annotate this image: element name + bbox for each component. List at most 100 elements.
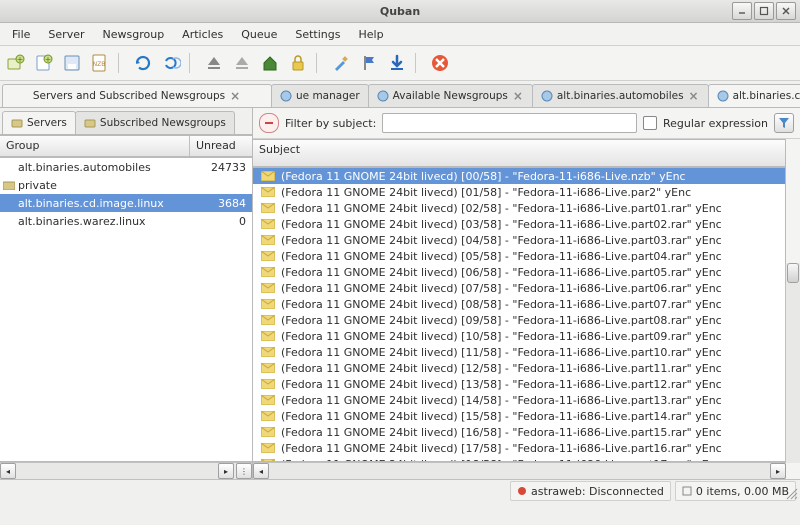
items-icon: [682, 486, 692, 496]
subject-row[interactable]: (Fedora 11 GNOME 24bit livecd) [16/58] -…: [253, 424, 785, 440]
subject-row[interactable]: (Fedora 11 GNOME 24bit livecd) [15/58] -…: [253, 408, 785, 424]
eject-alt-button[interactable]: [230, 51, 254, 75]
statusbar: astraweb: Disconnected 0 items, 0.00 MB: [0, 479, 800, 502]
resize-grip-icon[interactable]: [785, 487, 799, 501]
clear-filter-button[interactable]: [259, 113, 279, 133]
subject-row[interactable]: (Fedora 11 GNOME 24bit livecd) [11/58] -…: [253, 344, 785, 360]
filter-apply-button[interactable]: [774, 113, 794, 133]
message-icon: [261, 267, 275, 277]
stop-button[interactable]: [428, 51, 452, 75]
close-icon[interactable]: ×: [688, 90, 700, 102]
home-button[interactable]: [258, 51, 282, 75]
group-row[interactable]: alt.binaries.cd.image.linux3684: [0, 194, 252, 212]
globe-icon: [377, 90, 389, 102]
scroll-left-icon[interactable]: ◂: [0, 463, 16, 479]
message-icon: [261, 219, 275, 229]
vertical-scrollbar[interactable]: [785, 263, 800, 463]
filter-label: Filter by subject:: [285, 117, 376, 130]
tab-alt-binaries-cd-image-linux[interactable]: alt.binaries.cd.image.linux×: [708, 84, 800, 107]
subject-row[interactable]: (Fedora 11 GNOME 24bit livecd) [06/58] -…: [253, 264, 785, 280]
subject-row[interactable]: (Fedora 11 GNOME 24bit livecd) [00/58] -…: [253, 168, 785, 184]
scrollbar-thumb[interactable]: [787, 263, 799, 283]
subject-horizontal-scrollbar[interactable]: ◂ ▸: [253, 462, 786, 479]
right-pane: Filter by subject: Regular expression Su…: [253, 108, 800, 479]
message-icon: [261, 299, 275, 309]
subject-row[interactable]: (Fedora 11 GNOME 24bit livecd) [07/58] -…: [253, 280, 785, 296]
subject-row[interactable]: (Fedora 11 GNOME 24bit livecd) [17/58] -…: [253, 440, 785, 456]
new-group-button[interactable]: +: [32, 51, 56, 75]
subject-row[interactable]: (Fedora 11 GNOME 24bit livecd) [08/58] -…: [253, 296, 785, 312]
folder-icon: [84, 117, 96, 129]
tab-ue-manager[interactable]: ue manager: [271, 84, 369, 107]
subject-row[interactable]: (Fedora 11 GNOME 24bit livecd) [18/58] -…: [253, 456, 785, 462]
filter-input[interactable]: [382, 113, 637, 133]
message-icon: [261, 251, 275, 261]
scroll-left-icon[interactable]: ◂: [253, 463, 269, 479]
group-row[interactable]: private: [0, 176, 252, 194]
group-row[interactable]: alt.binaries.automobiles24733: [0, 158, 252, 176]
menu-file[interactable]: File: [4, 25, 38, 44]
message-icon: [261, 395, 275, 405]
scroll-right-icon[interactable]: ▸: [218, 463, 234, 479]
left-panel-label: Servers and Subscribed Newsgroups: [33, 90, 225, 102]
brush-button[interactable]: [329, 51, 353, 75]
tab-available-newsgroups[interactable]: Available Newsgroups×: [368, 84, 533, 107]
scroll-right-icon[interactable]: ▸: [770, 463, 786, 479]
subject-row[interactable]: (Fedora 11 GNOME 24bit livecd) [12/58] -…: [253, 360, 785, 376]
subject-row[interactable]: (Fedora 11 GNOME 24bit livecd) [10/58] -…: [253, 328, 785, 344]
subject-row[interactable]: (Fedora 11 GNOME 24bit livecd) [13/58] -…: [253, 376, 785, 392]
group-row[interactable]: alt.binaries.warez.linux0: [0, 212, 252, 230]
minimize-button[interactable]: [732, 2, 752, 20]
message-icon: [261, 363, 275, 373]
download-button[interactable]: [385, 51, 409, 75]
left-tab-subscribed-newsgroups[interactable]: Subscribed Newsgroups: [75, 111, 235, 134]
queue-icon: [280, 90, 292, 102]
tab-alt-binaries-automobiles[interactable]: alt.binaries.automobiles×: [532, 84, 709, 107]
menu-newsgroup[interactable]: Newsgroup: [95, 25, 173, 44]
message-icon: [261, 203, 275, 213]
horizontal-scrollbar[interactable]: ◂ ▸ ⋮: [0, 462, 252, 479]
flag-button[interactable]: [357, 51, 381, 75]
regex-checkbox[interactable]: [643, 116, 657, 130]
eject-button[interactable]: [202, 51, 226, 75]
subject-list[interactable]: (Fedora 11 GNOME 24bit livecd) [00/58] -…: [253, 167, 786, 462]
refresh-button[interactable]: [131, 51, 155, 75]
unread-column-header[interactable]: Unread: [190, 136, 252, 156]
menu-server[interactable]: Server: [40, 25, 92, 44]
group-list[interactable]: alt.binaries.automobiles24733privatealt.…: [0, 157, 252, 462]
maximize-button[interactable]: [754, 2, 774, 20]
subject-row[interactable]: (Fedora 11 GNOME 24bit livecd) [02/58] -…: [253, 200, 785, 216]
menu-settings[interactable]: Settings: [287, 25, 348, 44]
close-icon[interactable]: ×: [229, 90, 241, 102]
disconnected-icon: [517, 486, 527, 496]
scroll-grip-icon[interactable]: ⋮: [236, 463, 252, 479]
disk-button[interactable]: [60, 51, 84, 75]
queue-status: 0 items, 0.00 MB: [675, 481, 796, 501]
subject-row[interactable]: (Fedora 11 GNOME 24bit livecd) [14/58] -…: [253, 392, 785, 408]
menubar: FileServerNewsgroupArticlesQueueSettings…: [0, 23, 800, 46]
left-tab-servers[interactable]: Servers: [2, 111, 76, 134]
message-icon: [261, 411, 275, 421]
feed-icon: [541, 90, 553, 102]
group-column-header[interactable]: Group: [0, 136, 190, 156]
close-button[interactable]: [776, 2, 796, 20]
subject-row[interactable]: (Fedora 11 GNOME 24bit livecd) [03/58] -…: [253, 216, 785, 232]
subject-row[interactable]: (Fedora 11 GNOME 24bit livecd) [05/58] -…: [253, 248, 785, 264]
nzb-button[interactable]: NZB: [88, 51, 112, 75]
message-icon: [261, 443, 275, 453]
subject-row[interactable]: (Fedora 11 GNOME 24bit livecd) [01/58] -…: [253, 184, 785, 200]
subject-column-header[interactable]: Subject: [253, 139, 786, 167]
menu-help[interactable]: Help: [350, 25, 391, 44]
menu-queue[interactable]: Queue: [233, 25, 285, 44]
panel-tabbar: Servers and Subscribed Newsgroups × ue m…: [0, 81, 800, 108]
group-header[interactable]: Group Unread: [0, 135, 252, 157]
subject-row[interactable]: (Fedora 11 GNOME 24bit livecd) [09/58] -…: [253, 312, 785, 328]
subject-row[interactable]: (Fedora 11 GNOME 24bit livecd) [04/58] -…: [253, 232, 785, 248]
svg-text:+: +: [45, 55, 52, 64]
refresh-all-button[interactable]: [159, 51, 183, 75]
new-server-button[interactable]: +: [4, 51, 28, 75]
menu-articles[interactable]: Articles: [174, 25, 231, 44]
left-panel-tab[interactable]: Servers and Subscribed Newsgroups ×: [2, 84, 272, 107]
lock-button[interactable]: [286, 51, 310, 75]
close-icon[interactable]: ×: [512, 90, 524, 102]
